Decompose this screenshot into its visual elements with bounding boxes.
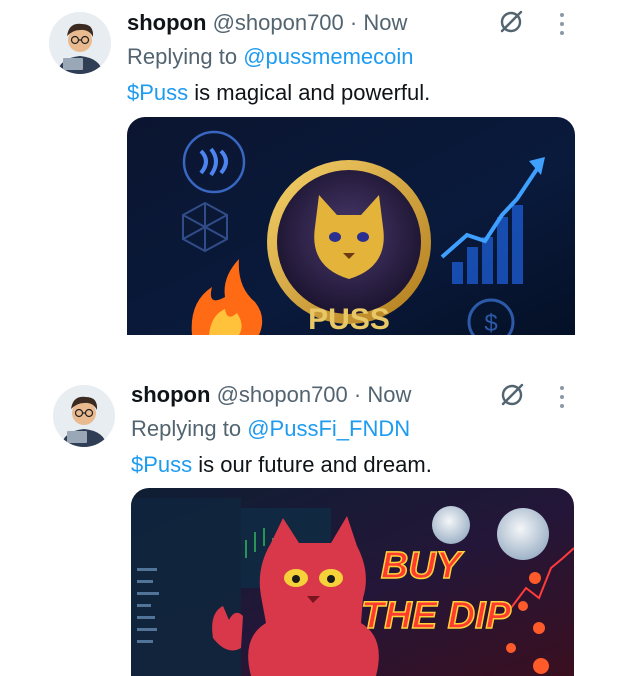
separator-dot: · xyxy=(349,10,358,35)
more-options-icon[interactable] xyxy=(558,10,566,38)
replying-to: Replying to @PussFi_FNDN xyxy=(131,416,410,442)
user-handle[interactable]: @shopon700 xyxy=(217,382,348,407)
buy-the-dip-image: BUY THE DIP xyxy=(131,488,574,676)
tweet-text-body: is our future and dream. xyxy=(192,452,432,477)
grok-icon[interactable] xyxy=(498,381,526,409)
avatar-illustration xyxy=(49,12,111,74)
coin-label: PUSS xyxy=(308,303,390,335)
tweet-2[interactable]: shopon @shopon700 · Now Replying to @Pus… xyxy=(0,375,640,676)
display-name[interactable]: shopon xyxy=(127,10,206,35)
replying-to-mention[interactable]: @pussmemecoin xyxy=(243,44,413,69)
tweet-text: $Puss is our future and dream. xyxy=(131,452,432,478)
image-text-buy: BUY xyxy=(381,545,465,587)
avatar[interactable] xyxy=(49,12,111,74)
replying-to: Replying to @pussmemecoin xyxy=(127,44,414,70)
tweet-separator xyxy=(0,335,640,375)
avatar-illustration xyxy=(53,385,115,447)
tweet-text: $Puss is magical and powerful. xyxy=(127,80,430,106)
timestamp[interactable]: Now xyxy=(367,382,411,407)
replying-to-label: Replying to xyxy=(131,416,242,441)
grok-icon[interactable] xyxy=(497,8,525,36)
separator-dot: · xyxy=(353,382,362,407)
cashtag-link[interactable]: $Puss xyxy=(131,452,192,477)
replying-to-label: Replying to xyxy=(127,44,238,69)
tweet-text-body: is magical and powerful. xyxy=(188,80,431,105)
replying-to-mention[interactable]: @PussFi_FNDN xyxy=(247,416,410,441)
avatar[interactable] xyxy=(53,385,115,447)
tweet-header: shopon @shopon700 · Now xyxy=(127,10,407,36)
tweet-1[interactable]: shopon @shopon700 · Now Replying to @pus… xyxy=(0,0,640,335)
tweet-media-image[interactable]: PUSS $ xyxy=(127,117,575,335)
more-options-icon[interactable] xyxy=(558,383,566,411)
puss-coin-image: PUSS $ xyxy=(127,117,575,335)
image-text-the-dip: THE DIP xyxy=(361,595,512,637)
display-name[interactable]: shopon xyxy=(131,382,210,407)
tweet-media-image[interactable]: BUY THE DIP xyxy=(131,488,574,676)
svg-text:$: $ xyxy=(484,310,497,335)
user-handle[interactable]: @shopon700 xyxy=(213,10,344,35)
cashtag-link[interactable]: $Puss xyxy=(127,80,188,105)
tweet-header: shopon @shopon700 · Now xyxy=(131,382,411,408)
timestamp[interactable]: Now xyxy=(363,10,407,35)
